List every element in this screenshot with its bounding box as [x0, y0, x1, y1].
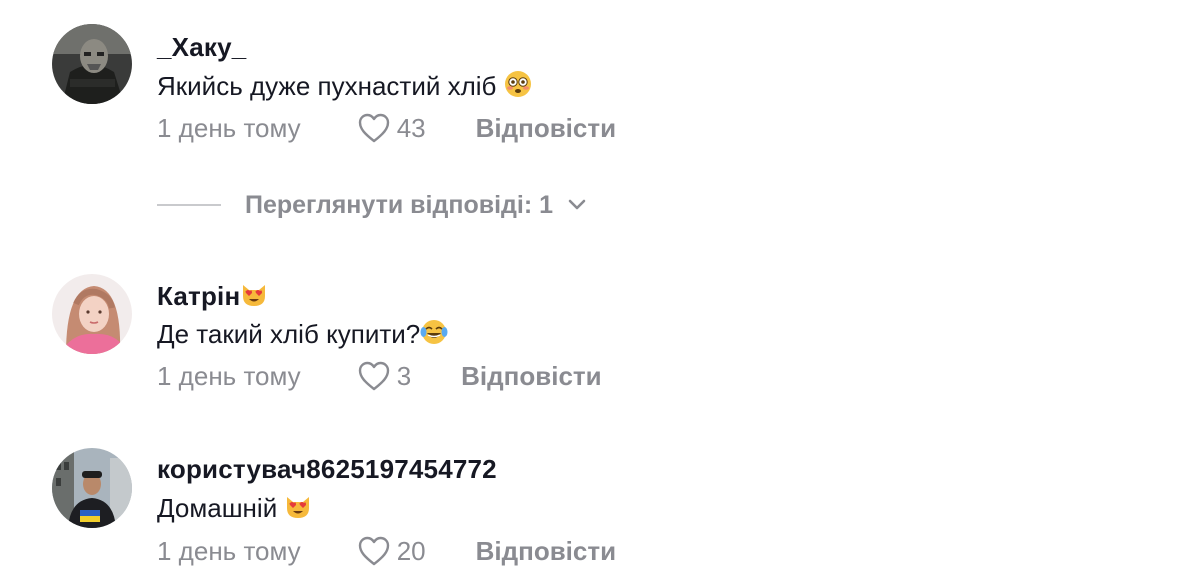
like-count: 20: [396, 535, 426, 566]
view-replies-label: Переглянути відповіді: 1: [245, 190, 554, 219]
heart-eyes-cat-emoji: [284, 492, 312, 527]
like-count: 43: [396, 112, 426, 143]
comment-username[interactable]: користувач8625197454772: [157, 454, 497, 485]
comment-meta: 1 день тому 20 Відповісти: [157, 534, 616, 568]
view-replies-button[interactable]: Переглянути відповіді: 1: [157, 188, 587, 222]
avatar[interactable]: [52, 274, 132, 354]
flushed-face-emoji: [504, 70, 532, 105]
like-count: 3: [396, 360, 412, 391]
comment-meta: 1 день тому 3 Відповісти: [157, 359, 602, 393]
reply-button[interactable]: Відповісти: [476, 536, 616, 567]
comment-timestamp: 1 день тому: [157, 360, 301, 391]
heart-eyes-cat-emoji: [240, 280, 268, 315]
comment-username[interactable]: Катрін: [157, 280, 268, 315]
comment-text: Де такий хліб купити?: [157, 318, 448, 353]
heart-icon: [358, 361, 389, 391]
comment-text: Домашній: [157, 492, 312, 527]
comment-meta: 1 день тому 43 Відповісти: [157, 111, 616, 145]
reply-button[interactable]: Відповісти: [476, 113, 616, 144]
like-button[interactable]: 20: [357, 535, 426, 567]
like-button[interactable]: 3: [357, 360, 411, 392]
heart-icon: [358, 113, 389, 143]
like-button[interactable]: 43: [357, 112, 426, 144]
comment-timestamp: 1 день тому: [157, 112, 301, 143]
heart-icon: [358, 536, 389, 566]
comment-text: Якийсь дуже пухнастий хліб: [157, 70, 532, 105]
comment-timestamp: 1 день тому: [157, 535, 301, 566]
comment-item: _Хаку_ Якийсь дуже пухнастий хліб 1 день…: [0, 0, 1180, 160]
divider-line: [157, 204, 221, 206]
avatar[interactable]: [52, 448, 132, 528]
tears-of-joy-emoji: [420, 318, 448, 353]
chevron-down-icon: [568, 199, 586, 210]
avatar[interactable]: [52, 24, 132, 104]
reply-button[interactable]: Відповісти: [461, 361, 601, 392]
comment-username[interactable]: _Хаку_: [157, 32, 246, 63]
